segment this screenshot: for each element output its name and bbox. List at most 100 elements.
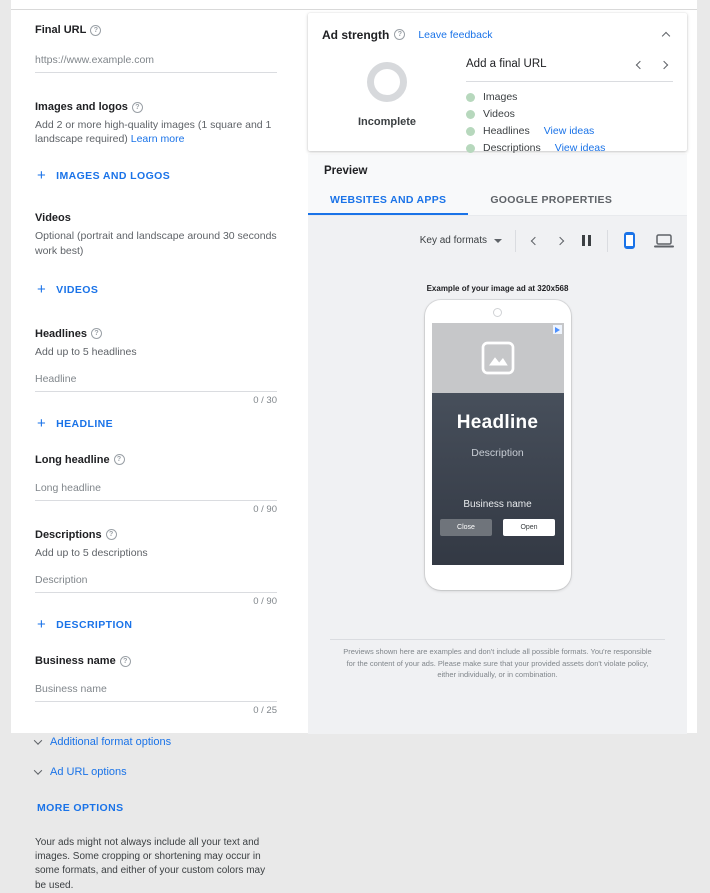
laptop-icon [654, 233, 674, 247]
add-headline-button[interactable]: + HEADLINE [35, 414, 115, 434]
headline-input[interactable] [35, 368, 277, 392]
ad-strength-meter [367, 62, 407, 102]
help-icon[interactable]: ? [90, 24, 102, 36]
final-url-label-text: Final URL [35, 24, 87, 36]
desktop-view-button[interactable] [651, 231, 677, 251]
asset-status-row: Headlines View ideas [466, 125, 673, 137]
ad-open-button[interactable]: Open [503, 519, 555, 536]
previous-format-button[interactable] [529, 235, 541, 247]
phone-icon [624, 232, 635, 249]
business-name-label: Business name ? [35, 655, 277, 667]
help-icon[interactable]: ? [119, 655, 131, 667]
status-dot-icon [466, 109, 475, 119]
add-description-button[interactable]: + DESCRIPTION [35, 615, 134, 635]
final-url-label: Final URL ? [35, 24, 277, 36]
help-icon[interactable]: ? [131, 101, 143, 113]
descriptions-label: Descriptions ? [35, 529, 277, 541]
headlines-description: Add up to 5 headlines [35, 345, 137, 358]
preview-title: Preview [324, 165, 368, 177]
add-videos-button[interactable]: + VIDEOS [35, 280, 100, 300]
chevron-right-icon [659, 60, 669, 70]
add-videos-button-label: VIDEOS [56, 283, 99, 296]
videos-label: Videos [35, 212, 277, 224]
status-dot-icon [466, 126, 475, 136]
plus-icon: + [37, 280, 47, 298]
add-images-button-label: IMAGES AND LOGOS [56, 170, 171, 183]
descriptions-description: Add up to 5 descriptions [35, 546, 148, 559]
ad-content-panel: Headline Description Business name Close… [431, 393, 564, 565]
asset-status-row: Descriptions View ideas [466, 142, 673, 154]
plus-icon: + [37, 414, 47, 432]
ad-url-options-toggle[interactable]: Ad URL options [33, 764, 127, 780]
ad-strength-status: Incomplete [357, 116, 417, 128]
asset-label: Videos [483, 108, 515, 120]
image-placeholder-icon [481, 341, 514, 375]
videos-description: Optional (portrait and landscape around … [35, 230, 277, 257]
divider [466, 81, 673, 82]
pause-preview-button[interactable] [579, 232, 594, 249]
headlines-label: Headlines ? [35, 328, 277, 340]
caret-down-icon [494, 238, 502, 243]
preview-disclaimer: Previews shown here are examples and don… [330, 639, 665, 681]
tab-google-properties[interactable]: GOOGLE PROPERTIES [468, 186, 634, 215]
images-description: Add 2 or more high-quality images (1 squ… [35, 118, 277, 146]
tab-websites-and-apps[interactable]: WEBSITES AND APPS [308, 186, 469, 215]
more-options-button[interactable]: MORE OPTIONS [35, 798, 125, 818]
add-description-button-label: DESCRIPTION [56, 619, 133, 632]
right-panel: Ad strength ? Leave feedback Incomplete … [301, 10, 697, 734]
help-icon[interactable]: ? [105, 529, 117, 541]
ad-strength-action: Add a final URL [466, 57, 547, 70]
status-dot-icon [466, 143, 475, 153]
chevron-down-icon [33, 766, 43, 775]
ad-strength-card: Ad strength ? Leave feedback Incomplete … [308, 13, 687, 154]
divider [607, 229, 608, 252]
mobile-view-button[interactable] [621, 229, 638, 252]
view-ideas-link[interactable]: View ideas [544, 125, 595, 137]
ad-formats-dropdown[interactable]: Key ad formats [420, 235, 502, 246]
headline-counter: 0 / 30 [253, 394, 277, 406]
ad-description: Description [471, 447, 524, 459]
ad-url-options-label: Ad URL options [50, 766, 127, 779]
long-headline-label-text: Long headline [35, 453, 110, 466]
plus-icon: + [37, 167, 47, 185]
long-headline-input[interactable] [35, 477, 277, 501]
preview-tabs: WEBSITES AND APPS GOOGLE PROPERTIES [308, 186, 687, 216]
description-counter: 0 / 90 [253, 596, 277, 608]
next-suggestion-button[interactable] [659, 54, 669, 73]
long-headline-label: Long headline ? [35, 454, 277, 466]
asset-label: Descriptions [483, 142, 541, 154]
help-icon[interactable]: ? [113, 454, 125, 466]
add-images-button[interactable]: + IMAGES AND LOGOS [35, 166, 172, 186]
asset-label: Images [483, 91, 518, 103]
next-format-button[interactable] [554, 235, 566, 247]
ad-asset-form: Final URL ? Images and logos ? Add 2 or … [11, 10, 301, 891]
leave-feedback-link[interactable]: Leave feedback [418, 29, 492, 41]
ad-business-name: Business name [463, 499, 532, 510]
previous-suggestion-button[interactable] [635, 54, 645, 73]
headlines-label-text: Headlines [35, 327, 87, 340]
ad-image-placeholder [431, 323, 564, 393]
ad-close-button[interactable]: Close [440, 519, 492, 536]
additional-format-options-label: Additional format options [50, 736, 172, 749]
help-icon[interactable]: ? [394, 29, 406, 40]
ad-editor-window: Final URL ? Images and logos ? Add 2 or … [11, 0, 697, 891]
description-input[interactable] [35, 570, 277, 594]
learn-more-link[interactable]: Learn more [131, 133, 185, 145]
help-icon[interactable]: ? [90, 328, 102, 340]
adchoices-icon[interactable] [552, 325, 562, 334]
videos-label-text: Videos [35, 212, 71, 225]
divider [515, 229, 516, 252]
business-name-input[interactable] [35, 679, 277, 703]
final-url-input[interactable] [35, 50, 277, 73]
plus-icon: + [37, 616, 47, 634]
business-name-label-text: Business name [35, 655, 116, 668]
ad-headline: Headline [456, 412, 539, 433]
view-ideas-link[interactable]: View ideas [555, 142, 606, 154]
images-label: Images and logos ? [35, 101, 277, 113]
asset-status-row: Videos [466, 108, 673, 120]
form-disclaimer: Your ads might not always include all yo… [35, 837, 266, 891]
pause-icon [582, 235, 591, 246]
collapse-card-button[interactable] [659, 23, 673, 46]
business-name-counter: 0 / 25 [253, 705, 277, 717]
additional-format-options-toggle[interactable]: Additional format options [33, 734, 172, 750]
